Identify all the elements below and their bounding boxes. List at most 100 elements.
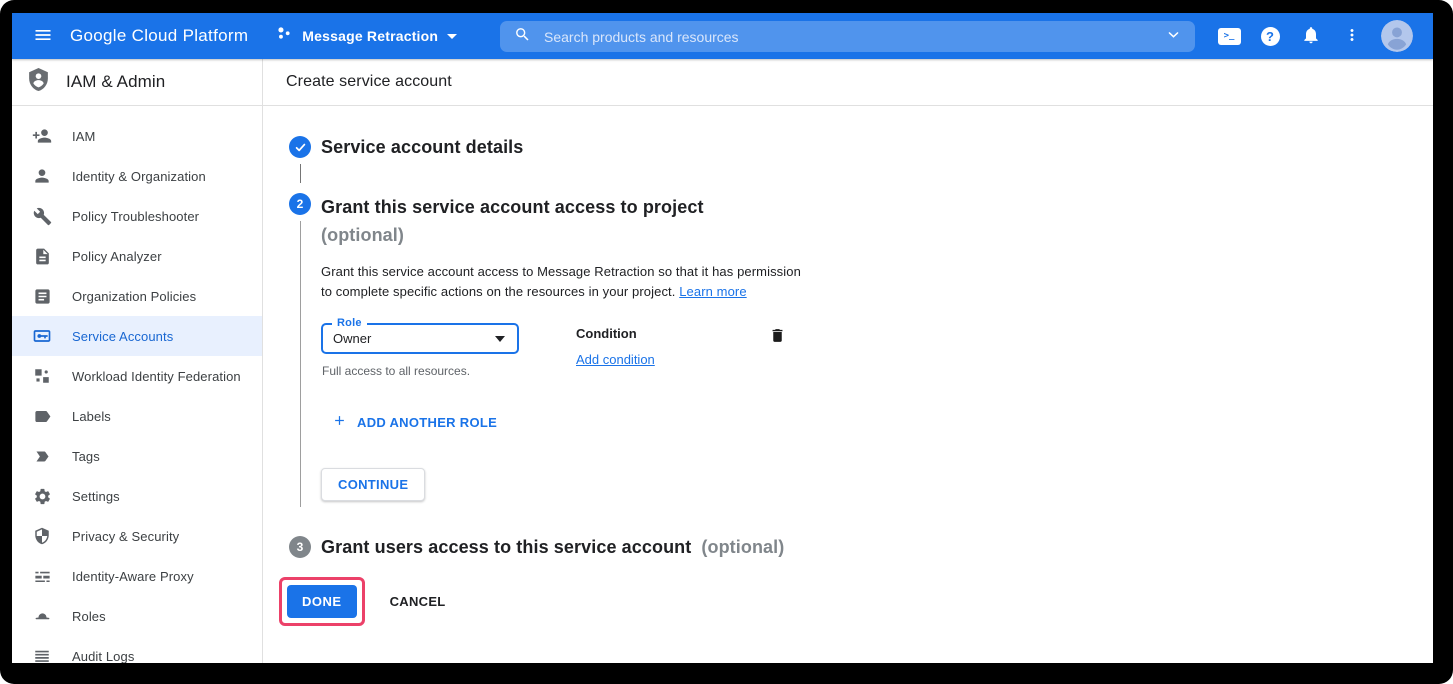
project-selector[interactable]: Message Retraction (276, 25, 457, 47)
help-icon: ? (1261, 27, 1280, 46)
tag-flag-icon (32, 446, 52, 466)
step-complete-check-icon (289, 136, 311, 158)
document-lines-icon (32, 286, 52, 306)
person-add-icon (32, 126, 52, 146)
add-condition-link[interactable]: Add condition (576, 352, 655, 367)
trash-icon (769, 333, 786, 348)
project-name: Message Retraction (302, 28, 438, 44)
step-2-title: Grant this service account access to pro… (321, 193, 1433, 249)
learn-more-link[interactable]: Learn more (679, 284, 746, 299)
search-input[interactable] (544, 29, 1153, 45)
search-expand-chevron-icon[interactable] (1166, 27, 1181, 47)
sidebar-item-identity-organization[interactable]: Identity & Organization (12, 156, 262, 196)
sidebar-item-iam[interactable]: IAM (12, 116, 262, 156)
iam-admin-shield-icon (26, 66, 51, 98)
optional-label: (optional) (701, 533, 784, 561)
shield-icon (32, 526, 52, 546)
cancel-button[interactable]: CANCEL (390, 594, 446, 609)
sidebar-item-label: Workload Identity Federation (72, 369, 241, 384)
sidebar-item-label: Tags (72, 449, 100, 464)
app-bar: Google Cloud Platform Message Retraction… (12, 13, 1433, 59)
sidebar: IAM & Admin IAM Identity & Organization … (12, 59, 263, 663)
more-options-button[interactable] (1340, 24, 1364, 48)
screenshot-frame: Google Cloud Platform Message Retraction… (0, 0, 1453, 684)
chevron-down-icon (447, 34, 457, 39)
hamburger-icon (33, 25, 53, 48)
add-another-role-button[interactable]: ADD ANOTHER ROLE (332, 413, 497, 431)
search-icon (514, 26, 531, 48)
person-icon (32, 166, 52, 186)
sidebar-item-label: Organization Policies (72, 289, 196, 304)
main-header: Create service account (263, 59, 1433, 106)
sidebar-item-labels[interactable]: Labels (12, 396, 262, 436)
sidebar-item-organization-policies[interactable]: Organization Policies (12, 276, 262, 316)
plus-icon (332, 413, 347, 431)
step-2-marker: 2 (285, 193, 315, 507)
sidebar-item-label: Privacy & Security (72, 529, 179, 544)
cloud-shell-icon: >_ (1218, 28, 1241, 45)
page-title: Create service account (286, 73, 452, 91)
sidebar-item-label: Audit Logs (72, 649, 134, 664)
squares-grid-icon (32, 366, 52, 386)
sidebar-item-workload-identity-federation[interactable]: Workload Identity Federation (12, 356, 262, 396)
step-1-title: Service account details (321, 133, 1433, 161)
step-3-number-badge: 3 (289, 536, 311, 558)
step-2-grant-access: 2 Grant this service account access to p… (285, 193, 1433, 507)
key-badge-icon (32, 326, 52, 346)
step-2-number-badge: 2 (289, 193, 311, 215)
stepper-content: Service account details 2 Grant this ser… (263, 106, 1433, 626)
step-3-marker: 3 (285, 536, 315, 558)
sidebar-item-label: Roles (72, 609, 106, 624)
page-body: IAM & Admin IAM Identity & Organization … (12, 59, 1433, 663)
sidebar-item-audit-logs[interactable]: Audit Logs (12, 636, 262, 663)
sidebar-item-label: Settings (72, 489, 120, 504)
form-actions: DONE CANCEL (279, 577, 1433, 626)
help-button[interactable]: ? (1258, 24, 1282, 48)
delete-role-button[interactable] (769, 326, 786, 348)
search-bar[interactable] (500, 21, 1195, 52)
list-lines-icon (32, 646, 52, 663)
hat-icon (32, 606, 52, 626)
gcp-logo[interactable]: Google Cloud Platform (70, 26, 248, 46)
sidebar-item-label: Policy Troubleshooter (72, 209, 199, 224)
role-helper-text: Full access to all resources. (322, 364, 576, 378)
sidebar-title: IAM & Admin (66, 72, 165, 92)
avatar[interactable] (1381, 20, 1413, 52)
hamburger-menu-button[interactable] (20, 13, 66, 59)
document-icon (32, 246, 52, 266)
gear-icon (32, 486, 52, 506)
sidebar-item-service-accounts[interactable]: Service Accounts (12, 316, 262, 356)
sidebar-item-label: Policy Analyzer (72, 249, 162, 264)
sidebar-item-roles[interactable]: Roles (12, 596, 262, 636)
main-area: Create service account Service account d… (263, 59, 1433, 663)
sidebar-item-identity-aware-proxy[interactable]: Identity-Aware Proxy (12, 556, 262, 596)
sidebar-item-label: IAM (72, 129, 95, 144)
sidebar-item-policy-troubleshooter[interactable]: Policy Troubleshooter (12, 196, 262, 236)
role-row: Role Owner Full access to all resources.… (321, 323, 1433, 378)
sidebar-item-privacy-security[interactable]: Privacy & Security (12, 516, 262, 556)
more-vert-icon (1343, 26, 1361, 47)
step-1-marker (285, 136, 315, 193)
cloud-shell-button[interactable]: >_ (1217, 24, 1241, 48)
notifications-button[interactable] (1299, 24, 1323, 48)
step-3-title: Grant users access to this service accou… (321, 533, 1433, 561)
bell-icon (1301, 25, 1321, 48)
sidebar-item-label: Service Accounts (72, 329, 173, 344)
sidebar-item-settings[interactable]: Settings (12, 476, 262, 516)
sidebar-item-tags[interactable]: Tags (12, 436, 262, 476)
annotation-highlight-box: DONE (279, 577, 365, 626)
done-button[interactable]: DONE (287, 585, 357, 618)
sidebar-item-policy-analyzer[interactable]: Policy Analyzer (12, 236, 262, 276)
app-bar-actions: >_ ? (1217, 13, 1433, 59)
continue-button[interactable]: CONTINUE (321, 468, 425, 501)
sidebar-item-label: Identity & Organization (72, 169, 206, 184)
sidebar-header: IAM & Admin (12, 59, 262, 106)
role-field-label: Role (332, 317, 367, 329)
sidebar-item-label: Labels (72, 409, 111, 424)
step-2-description: Grant this service account access to Mes… (321, 262, 1433, 302)
role-selected-value: Owner (333, 331, 495, 346)
step-3-grant-users-access: 3 Grant users access to this service acc… (285, 533, 1433, 561)
role-select[interactable]: Role Owner (321, 323, 519, 354)
step-1-service-account-details: Service account details (285, 136, 1433, 193)
browser-window: Google Cloud Platform Message Retraction… (12, 13, 1433, 663)
